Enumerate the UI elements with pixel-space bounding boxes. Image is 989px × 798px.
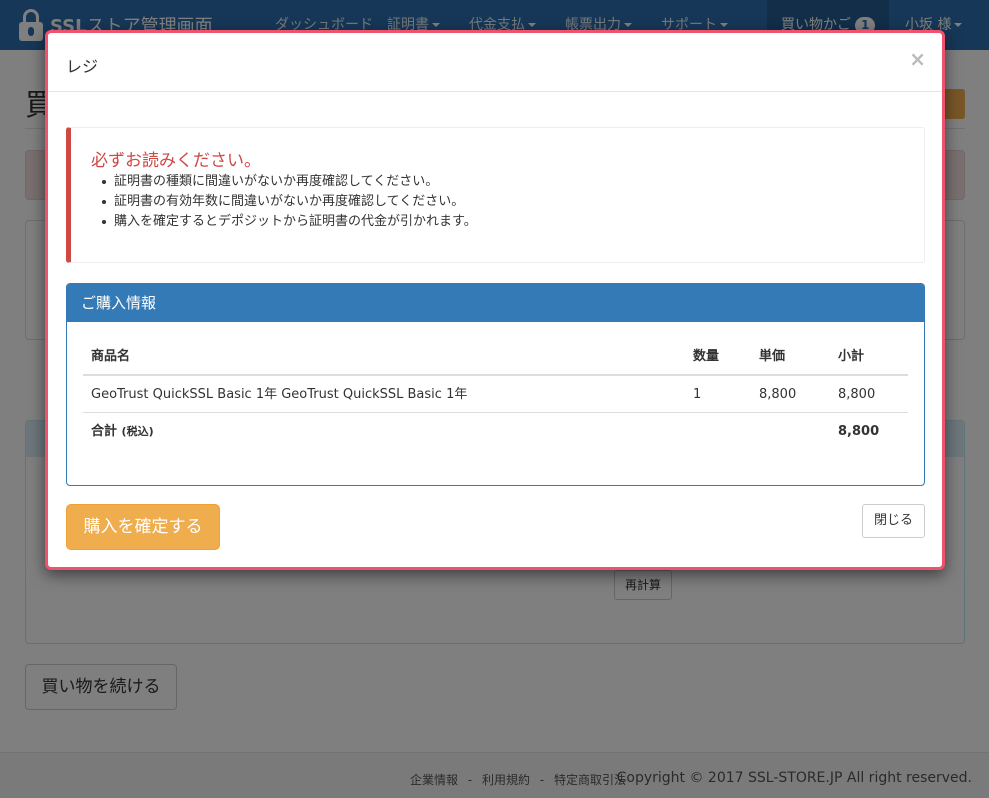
tax-included-note: (税込) (121, 425, 154, 438)
table-header-row: 商品名 数量 単価 小計 (83, 338, 908, 376)
table-row: GeoTrust QuickSSL Basic 1年 GeoTrust Quic… (83, 376, 908, 413)
column-header-product: 商品名 (91, 349, 131, 364)
notice-callout: 必ずお読みください。 証明書の種類に間違いがないか再度確認してください。 証明書… (66, 127, 925, 263)
total-value: 8,800 (838, 424, 880, 439)
product-name: GeoTrust QuickSSL Basic 1年 GeoTrust Quic… (91, 387, 468, 402)
panel-heading: ご購入情報 (67, 284, 924, 322)
column-header-price: 単価 (759, 349, 786, 364)
purchase-info-panel: ご購入情報 商品名 数量 単価 小計 GeoTrust QuickSSL Bas… (66, 283, 925, 486)
close-button[interactable]: 閉じる (862, 504, 925, 538)
product-qty: 1 (693, 387, 702, 402)
product-price: 8,800 (759, 387, 797, 402)
confirm-purchase-button[interactable]: 購入を確定する (66, 504, 220, 550)
notice-item: 証明書の種類に間違いがないか再度確認してください。 (102, 172, 477, 192)
modal-title: レジ (66, 57, 99, 76)
notice-title: 必ずお読みください。 (91, 151, 261, 171)
checkout-modal: レジ × 必ずお読みください。 証明書の種類に間違いがないか再度確認してください… (45, 30, 945, 570)
notice-list: 証明書の種類に間違いがないか再度確認してください。 証明書の有効年数に間違いがな… (102, 172, 477, 232)
modal-header: レジ × (48, 33, 942, 92)
column-header-qty: 数量 (693, 349, 720, 364)
total-label: 合計 (税込) (91, 424, 154, 439)
purchase-table: 商品名 数量 単価 小計 GeoTrust QuickSSL Basic 1年 … (83, 338, 908, 450)
column-header-subtotal: 小計 (838, 349, 865, 364)
table-total-row: 合計 (税込) 8,800 (83, 413, 908, 450)
notice-item: 証明書の有効年数に間違いがないか再度確認してください。 (102, 192, 477, 212)
notice-item: 購入を確定するとデポジットから証明書の代金が引かれます。 (102, 212, 477, 232)
close-icon[interactable]: × (909, 49, 926, 69)
product-subtotal: 8,800 (838, 387, 876, 402)
